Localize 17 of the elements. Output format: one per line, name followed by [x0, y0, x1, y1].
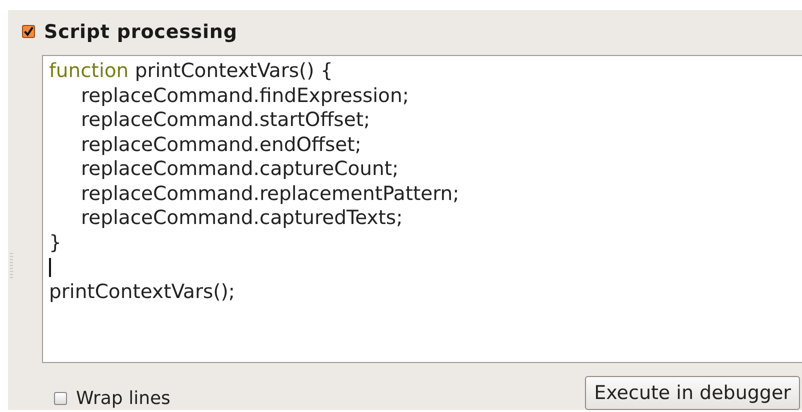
code-line: replaceCommand.capturedTexts; [80, 206, 403, 230]
code-line: } [49, 230, 62, 255]
code-line: replaceCommand.replacementPattern; [80, 182, 460, 206]
resize-grip-icon[interactable] [10, 253, 13, 279]
execute-in-debugger-button[interactable]: Execute in debugger [585, 376, 800, 410]
checkbox[interactable] [54, 392, 67, 404]
code-line: printContextVars(); [49, 280, 235, 304]
code-line: replaceCommand.startOffset; [80, 108, 370, 132]
code-line: replaceCommand.findExpression; [80, 84, 409, 108]
section-title: Script processing [44, 20, 238, 42]
wrap-lines-label: Wrap lines [76, 388, 170, 408]
text-cursor [49, 258, 50, 278]
code-line: replaceCommand.captureCount; [80, 157, 399, 182]
code-line: replaceCommand.endOffset; [80, 132, 362, 157]
checkbox[interactable] [22, 25, 35, 38]
code-line: function printContextVars() { [49, 59, 333, 84]
code-editor[interactable] [42, 55, 802, 363]
